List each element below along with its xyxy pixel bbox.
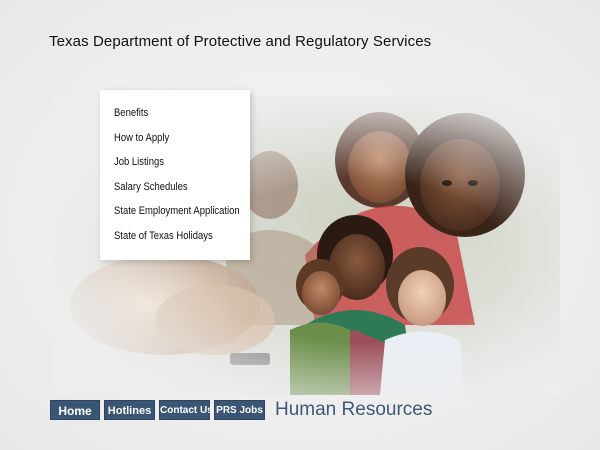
agency-title: Texas Department of Protective and Regul… bbox=[49, 33, 432, 50]
menu-item-salary-schedules[interactable]: Salary Schedules bbox=[114, 180, 231, 205]
prs-jobs-button[interactable]: PRS Jobs bbox=[214, 400, 265, 420]
page: Texas Department of Protective and Regul… bbox=[0, 0, 600, 450]
menu-item-job-listings[interactable]: Job Listings bbox=[114, 155, 231, 180]
menu-item-state-of-texas-holidays[interactable]: State of Texas Holidays bbox=[114, 229, 231, 254]
section-title: Human Resources bbox=[275, 399, 433, 420]
menu-item-how-to-apply[interactable]: How to Apply bbox=[114, 131, 231, 156]
hr-links-menu: Benefits How to Apply Job Listings Salar… bbox=[100, 90, 250, 260]
menu-item-state-employment-application[interactable]: State Employment Application bbox=[114, 204, 240, 229]
contact-us-button[interactable]: Contact Us bbox=[159, 400, 213, 420]
bottom-nav: Home Hotlines Contact Us PRS Jobs Human … bbox=[50, 399, 432, 421]
hotlines-button[interactable]: Hotlines bbox=[104, 400, 155, 420]
menu-item-benefits[interactable]: Benefits bbox=[114, 106, 231, 131]
home-button[interactable]: Home bbox=[50, 400, 100, 420]
